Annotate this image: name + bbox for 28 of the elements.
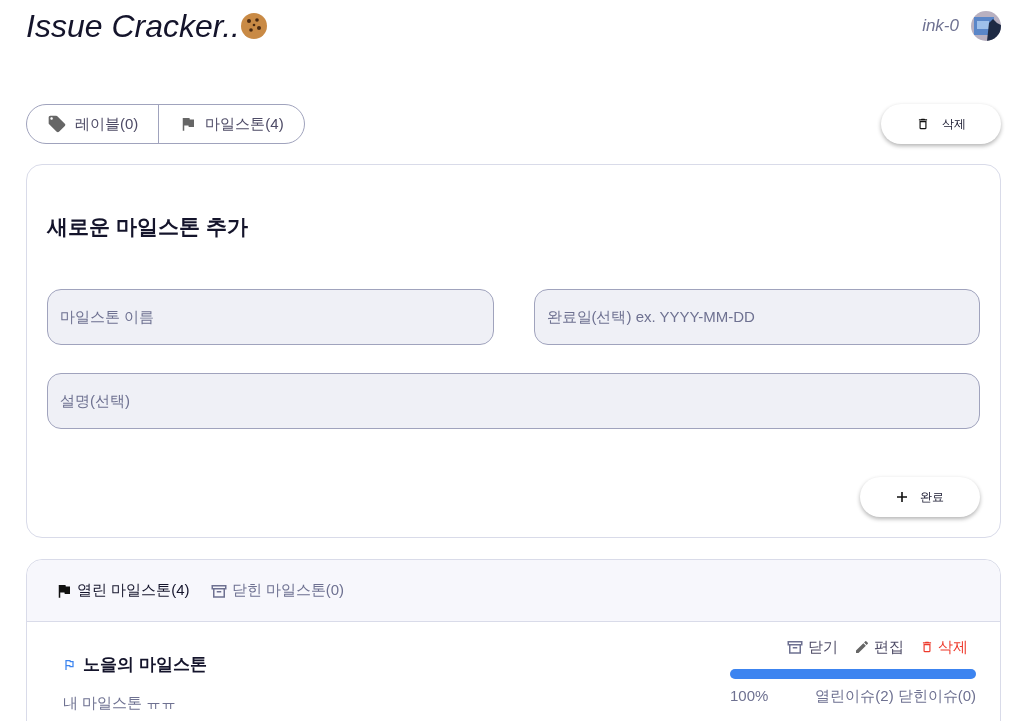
name-input[interactable]: 마일스톤 이름 [47, 288, 494, 345]
open-issue-count: 열린이슈(2) [815, 685, 894, 706]
nav-tab[interactable]: 마일스톤(4) [158, 105, 304, 143]
delete-button[interactable]: 삭제 [881, 104, 1001, 144]
archive-icon [786, 638, 804, 657]
milestone-title: 노을의 마일스톤 [83, 654, 207, 676]
tag-icon [47, 114, 67, 134]
plus-icon [896, 490, 908, 503]
app-title: Issue Cracker.. [26, 7, 240, 46]
submit-button[interactable]: 완료 [860, 476, 980, 517]
trash-icon [920, 640, 934, 655]
pencil-icon [854, 639, 870, 656]
progress-percent: 100% [730, 685, 769, 706]
nav-tab[interactable]: 레이블(0) [27, 105, 159, 143]
delete-link[interactable]: 삭제 [920, 636, 968, 659]
cookie-icon [240, 12, 268, 40]
description-input[interactable]: 설명(선택) [47, 372, 980, 429]
edit-button[interactable]: 편집 [854, 636, 904, 659]
milestone-tab[interactable]: 닫힌 마일스톤(0) [209, 579, 344, 602]
milestone-description: 내 마일스톤 ㅠㅠ [63, 692, 178, 713]
closed-issue-count: 닫힌이슈(0) [897, 685, 976, 706]
trash-icon [916, 117, 930, 131]
close-button[interactable]: 닫기 [786, 636, 838, 659]
date-input[interactable]: 완료일(선택) ex. YYYY-MM-DD [533, 288, 980, 345]
milestone-tab[interactable]: 열린 마일스톤(4) [55, 579, 190, 602]
username: ink-0 [922, 15, 959, 38]
flag-icon [63, 658, 75, 671]
form-title: 새로운 마일스톤 추가 [47, 214, 249, 240]
